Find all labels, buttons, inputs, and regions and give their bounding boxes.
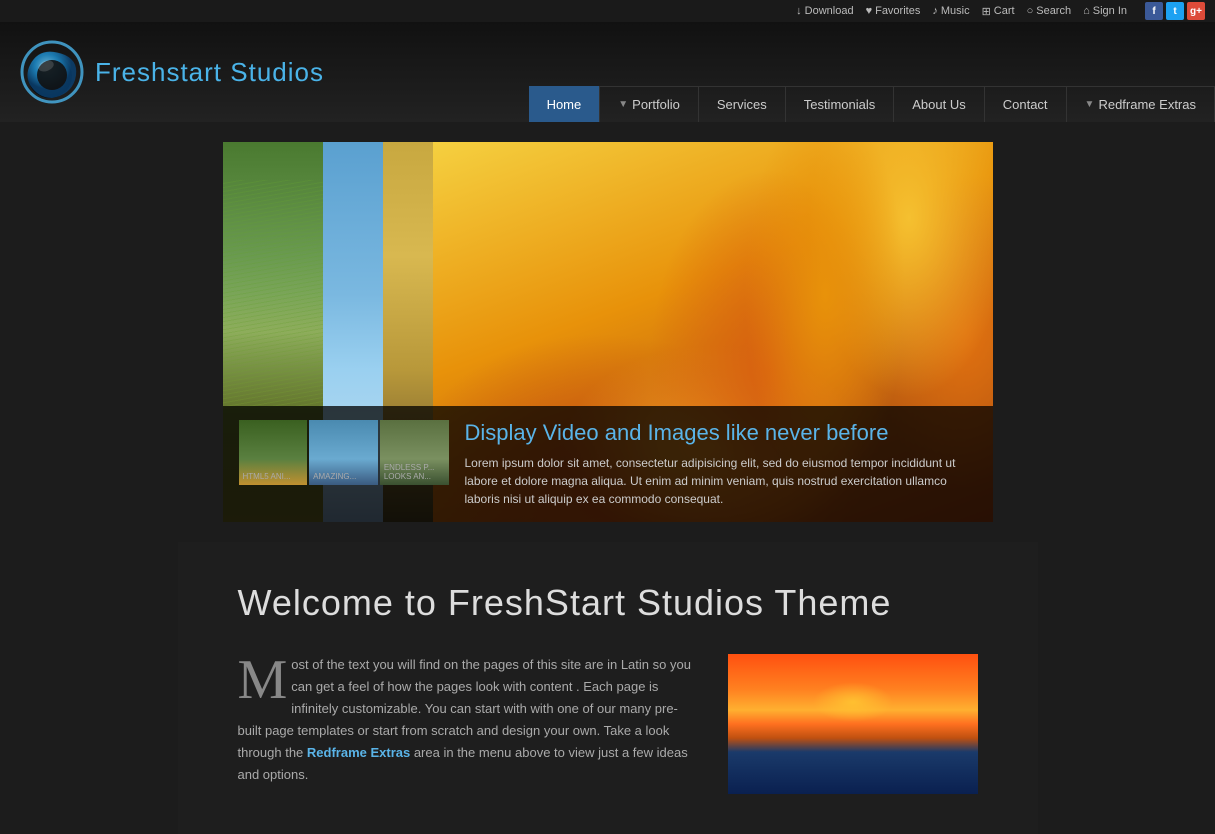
thumbnail-3[interactable]: ENDLESS P... LOOKS AN... bbox=[380, 420, 449, 485]
nav-portfolio[interactable]: ▼ Portfolio bbox=[600, 86, 699, 122]
nav-about[interactable]: About Us bbox=[894, 86, 984, 122]
social-icons: f t g+ bbox=[1145, 2, 1205, 20]
signin-label: Sign In bbox=[1093, 5, 1127, 17]
favorites-icon: ♥ bbox=[866, 5, 873, 17]
download-label: Download bbox=[805, 5, 854, 17]
cart-icon: ⊞ bbox=[982, 5, 991, 18]
slide-title: Display Video and Images like never befo… bbox=[465, 420, 977, 446]
twitter-icon[interactable]: t bbox=[1166, 2, 1184, 20]
music-label: Music bbox=[941, 5, 970, 17]
logo-main-text: Freshstart bbox=[95, 57, 230, 87]
logo[interactable]: Freshstart Studios bbox=[20, 40, 324, 105]
logo-text: Freshstart Studios bbox=[95, 57, 324, 88]
welcome-text: M ost of the text you will find on the p… bbox=[238, 654, 698, 794]
download-icon: ↓ bbox=[796, 5, 802, 17]
redframe-link[interactable]: Redframe Extras bbox=[307, 745, 410, 760]
search-label: Search bbox=[1036, 5, 1071, 17]
content-section: Welcome to FreshStart Studios Theme M os… bbox=[0, 542, 1215, 834]
main-nav: Home ▼ Portfolio Services Testimonials A… bbox=[529, 86, 1215, 122]
nav-contact[interactable]: Contact bbox=[985, 86, 1067, 122]
drop-cap: M bbox=[238, 658, 288, 703]
sunset-visual bbox=[728, 654, 978, 794]
nav-redframe[interactable]: ▼ Redframe Extras bbox=[1067, 86, 1215, 122]
welcome-image bbox=[728, 654, 978, 794]
logo-accent-text: Studios bbox=[230, 57, 324, 87]
nav-home[interactable]: Home bbox=[529, 86, 601, 122]
slide-thumbnails: HTML5 ANI... AMAZING... ENDLESS P... LOO… bbox=[239, 420, 449, 508]
slide-caption: Display Video and Images like never befo… bbox=[449, 420, 977, 508]
grass-texture bbox=[223, 180, 323, 408]
cart-link[interactable]: ⊞ Cart bbox=[982, 5, 1015, 18]
content-inner: Welcome to FreshStart Studios Theme M os… bbox=[178, 542, 1038, 834]
image-slider[interactable]: HTML5 ANI... AMAZING... ENDLESS P... LOO… bbox=[223, 142, 993, 522]
top-bar: ↓ Download ♥ Favorites ♪ Music ⊞ Cart ○ … bbox=[0, 0, 1215, 22]
music-icon: ♪ bbox=[932, 5, 938, 17]
search-link[interactable]: ○ Search bbox=[1027, 5, 1072, 17]
nav-testimonials[interactable]: Testimonials bbox=[786, 86, 895, 122]
download-link[interactable]: ↓ Download bbox=[796, 5, 853, 17]
welcome-body: M ost of the text you will find on the p… bbox=[238, 654, 978, 794]
favorites-label: Favorites bbox=[875, 5, 920, 17]
sunset-glow bbox=[813, 682, 893, 722]
music-link[interactable]: ♪ Music bbox=[932, 5, 969, 17]
cart-label: Cart bbox=[994, 5, 1015, 17]
thumbnail-2[interactable]: AMAZING... bbox=[309, 420, 378, 485]
favorites-link[interactable]: ♥ Favorites bbox=[866, 5, 921, 17]
logo-icon bbox=[20, 40, 85, 105]
googleplus-icon[interactable]: g+ bbox=[1187, 2, 1205, 20]
search-icon: ○ bbox=[1027, 5, 1034, 17]
thumbnail-1[interactable]: HTML5 ANI... bbox=[239, 420, 308, 485]
slider-section: HTML5 ANI... AMAZING... ENDLESS P... LOO… bbox=[0, 122, 1215, 542]
facebook-icon[interactable]: f bbox=[1145, 2, 1163, 20]
welcome-title: Welcome to FreshStart Studios Theme bbox=[238, 582, 978, 624]
signin-link[interactable]: ⌂ Sign In bbox=[1083, 5, 1127, 17]
nav-services[interactable]: Services bbox=[699, 86, 786, 122]
slide-description: Lorem ipsum dolor sit amet, consectetur … bbox=[465, 454, 977, 508]
slide-overlay: HTML5 ANI... AMAZING... ENDLESS P... LOO… bbox=[223, 406, 993, 522]
site-header: Freshstart Studios Home ▼ Portfolio Serv… bbox=[0, 22, 1215, 122]
signin-icon: ⌂ bbox=[1083, 5, 1090, 17]
